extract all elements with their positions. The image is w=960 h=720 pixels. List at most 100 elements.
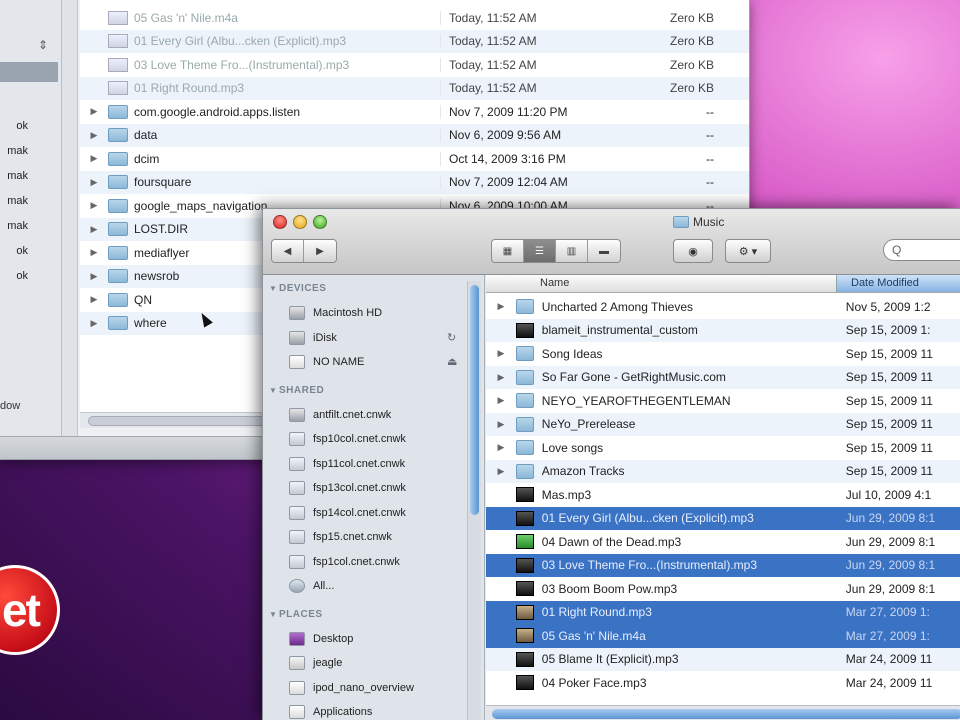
collapse-triangle-icon[interactable]: ▼ xyxy=(269,284,277,293)
music-file-row[interactable]: ▶ Amazon Tracks Sep 15, 2009 11 xyxy=(486,459,960,483)
music-file-row[interactable]: ▶ Love songs Sep 15, 2009 11 xyxy=(486,436,960,460)
disclosure-triangle-icon[interactable]: ▶ xyxy=(486,301,516,312)
action-menu-button[interactable]: ⚙ ▾ xyxy=(725,239,771,263)
music-finder-window[interactable]: Music ◀ ▶ ▦ ☰ ▥ ▬ ◉ ⚙ ▾ Q ▼ DEVICES Macint… xyxy=(262,208,960,720)
music-file-row[interactable]: 01 Every Girl (Albu...cken (Explicit).mp… xyxy=(486,506,960,530)
name-column-header[interactable]: Name xyxy=(540,277,569,289)
disclosure-triangle-icon[interactable]: ▶ xyxy=(486,395,516,406)
back-file-row[interactable]: 01 Every Girl (Albu...cken (Explicit).mp… xyxy=(80,29,749,53)
zoom-button[interactable] xyxy=(313,215,327,229)
up-down-arrows-icon[interactable]: ⇕ xyxy=(38,38,48,52)
sidebar-place-item[interactable]: ipod_nano_overview xyxy=(289,678,469,698)
music-file-row[interactable]: 04 Poker Face.mp3 Mar 24, 2009 11 xyxy=(486,671,960,695)
list-view-button[interactable]: ☰ xyxy=(524,240,556,262)
icon-view-button[interactable]: ▦ xyxy=(492,240,524,262)
sidebar-shared-item[interactable]: fsp1col.cnet.cnwk xyxy=(289,552,469,572)
back-file-row[interactable]: 03 Love Theme Fro...(Instrumental).mp3 To… xyxy=(80,53,749,77)
disclosure-triangle-icon[interactable]: ▶ xyxy=(80,318,108,329)
disclosure-triangle-icon[interactable]: ▶ xyxy=(486,419,516,430)
back-forward-buttons[interactable]: ◀ ▶ xyxy=(271,239,337,263)
date-modified-column-header[interactable]: Date Modified xyxy=(836,275,960,292)
back-file-row[interactable]: 01 Right Round.mp3 Today, 11:52 AM Zero KB xyxy=(80,76,749,100)
eject-icon[interactable]: ↻ xyxy=(447,331,456,344)
music-file-row[interactable]: 05 Gas 'n' Nile.m4a Mar 27, 2009 1: xyxy=(486,624,960,648)
sidebar-place-item[interactable]: jeagle xyxy=(289,653,469,673)
scroll-knob[interactable] xyxy=(88,416,268,426)
sidebar-device-item[interactable]: NO NAME xyxy=(289,352,469,372)
sidebar-shared-item[interactable]: fsp13col.cnet.cnwk xyxy=(289,478,469,498)
back-file-row[interactable]: 05 Gas 'n' Nile.m4a Today, 11:52 AM Zero K… xyxy=(80,6,749,30)
sidebar-device-item[interactable]: Macintosh HD xyxy=(289,303,469,323)
disclosure-triangle-icon[interactable]: ▶ xyxy=(80,294,108,305)
collapse-triangle-icon[interactable]: ▼ xyxy=(269,386,277,395)
sidebar-shared-item[interactable]: fsp10col.cnet.cnwk xyxy=(289,429,469,449)
sidebar-device-item[interactable]: iDisk xyxy=(289,328,469,348)
sidebar-shared-item[interactable]: antfilt.cnet.cnwk xyxy=(289,405,469,425)
collapse-triangle-icon[interactable]: ▼ xyxy=(269,610,277,619)
back-file-row[interactable]: ▶ com.google.android.apps.listen Nov 7, 20… xyxy=(80,100,749,124)
music-file-row[interactable]: ▶ Uncharted 2 Among Thieves Nov 5, 2009 1:… xyxy=(486,295,960,319)
back-file-row[interactable]: ▶ dcim Oct 14, 2009 3:16 PM -- xyxy=(80,147,749,171)
sidebar-shared-item[interactable]: fsp11col.cnet.cnwk xyxy=(289,454,469,474)
disclosure-triangle-icon[interactable]: ▶ xyxy=(486,466,516,477)
back-file-row[interactable]: ▶ data Nov 6, 2009 9:56 AM -- xyxy=(80,123,749,147)
back-sidebar-item[interactable]: mak xyxy=(0,220,58,238)
music-file-row[interactable]: 05 Blame It (Explicit).mp3 Mar 24, 2009 1… xyxy=(486,647,960,671)
sidebar-place-item[interactable]: Desktop xyxy=(289,629,469,649)
forward-button[interactable]: ▶ xyxy=(304,240,336,262)
back-sidebar-item[interactable]: ok xyxy=(0,245,58,263)
disclosure-triangle-icon[interactable]: ▶ xyxy=(80,153,108,164)
back-sidebar-item[interactable]: mak xyxy=(0,170,58,188)
disclosure-triangle-icon[interactable]: ▶ xyxy=(80,177,108,188)
back-file-row[interactable]: ▶ foursquare Nov 7, 2009 12:04 AM -- xyxy=(80,170,749,194)
file-name: Song Ideas xyxy=(541,346,603,361)
window-titlebar[interactable]: Music ◀ ▶ ▦ ☰ ▥ ▬ ◉ ⚙ ▾ Q xyxy=(263,209,960,275)
disclosure-triangle-icon[interactable]: ▶ xyxy=(80,200,108,211)
disclosure-triangle-icon[interactable]: ▶ xyxy=(80,106,108,117)
back-sidebar-item[interactable]: ok xyxy=(0,270,58,288)
music-file-row[interactable]: 04 Dawn of the Dead.mp3 Jun 29, 2009 8:1 xyxy=(486,530,960,554)
sidebar-scrollbar[interactable] xyxy=(467,281,481,720)
music-file-row[interactable]: ▶ So Far Gone - GetRightMusic.com Sep 15, … xyxy=(486,365,960,389)
sidebar-shared-item[interactable]: fsp14col.cnet.cnwk xyxy=(289,503,469,523)
list-horizontal-scrollbar[interactable] xyxy=(486,705,960,720)
back-sidebar-scrollbar[interactable] xyxy=(62,0,78,440)
column-view-button[interactable]: ▥ xyxy=(556,240,588,262)
sidebar-place-item[interactable]: Applications xyxy=(289,702,469,720)
eject-icon[interactable]: ⏏ xyxy=(447,355,457,368)
folder-icon xyxy=(673,216,689,228)
back-sidebar-item[interactable]: mak xyxy=(0,145,58,163)
disclosure-triangle-icon[interactable]: ▶ xyxy=(486,442,516,453)
back-sidebar-item[interactable]: ok xyxy=(0,120,58,138)
music-file-row[interactable]: 03 Boom Boom Pow.mp3 Jun 29, 2009 8:1 xyxy=(486,577,960,601)
sidebar-scroll-knob[interactable] xyxy=(470,285,479,515)
disclosure-triangle-icon[interactable]: ▶ xyxy=(80,271,108,282)
minimize-button[interactable] xyxy=(293,215,307,229)
file-date: Mar 24, 2009 11 xyxy=(845,652,933,667)
sidebar-shared-item[interactable]: All... xyxy=(289,576,469,596)
view-mode-buttons[interactable]: ▦ ☰ ▥ ▬ xyxy=(491,239,621,263)
back-sidebar-selected-item[interactable] xyxy=(0,62,58,82)
disclosure-triangle-icon[interactable]: ▶ xyxy=(486,348,516,359)
back-button[interactable]: ◀ xyxy=(272,240,304,262)
music-file-row[interactable]: ▶ Song Ideas Sep 15, 2009 11 xyxy=(486,342,960,366)
sidebar-shared-item[interactable]: fsp15.cnet.cnwk xyxy=(289,527,469,547)
close-button[interactable] xyxy=(273,215,287,229)
music-file-row[interactable]: ▶ NeYo_Prerelease Sep 15, 2009 11 xyxy=(486,412,960,436)
coverflow-view-button[interactable]: ▬ xyxy=(588,240,620,262)
music-file-row[interactable]: 03 Love Theme Fro...(Instrumental).mp3 Ju… xyxy=(486,553,960,577)
music-file-row[interactable]: Mas.mp3 Jul 10, 2009 4:1 xyxy=(486,483,960,507)
back-sidebar-item[interactable]: mak xyxy=(0,195,58,213)
disclosure-triangle-icon[interactable]: ▶ xyxy=(486,372,516,383)
disclosure-triangle-icon[interactable]: ▶ xyxy=(80,247,108,258)
music-file-row[interactable]: 01 Right Round.mp3 Mar 27, 2009 1: xyxy=(486,600,960,624)
disclosure-triangle-icon[interactable]: ▶ xyxy=(80,224,108,235)
music-file-row[interactable]: blameit_instrumental_custom Sep 15, 2009 … xyxy=(486,318,960,342)
list-scroll-knob[interactable] xyxy=(492,709,960,719)
music-file-row[interactable]: ▶ NEYO_YEAROFTHEGENTLEMAN Sep 15, 2009 11 xyxy=(486,389,960,413)
disclosure-triangle-icon[interactable]: ▶ xyxy=(80,130,108,141)
quick-look-button[interactable]: ◉ xyxy=(673,239,713,263)
folder-icon xyxy=(108,316,128,331)
sidebar-item-label: Desktop xyxy=(313,632,354,645)
search-input[interactable]: Q xyxy=(883,239,960,261)
